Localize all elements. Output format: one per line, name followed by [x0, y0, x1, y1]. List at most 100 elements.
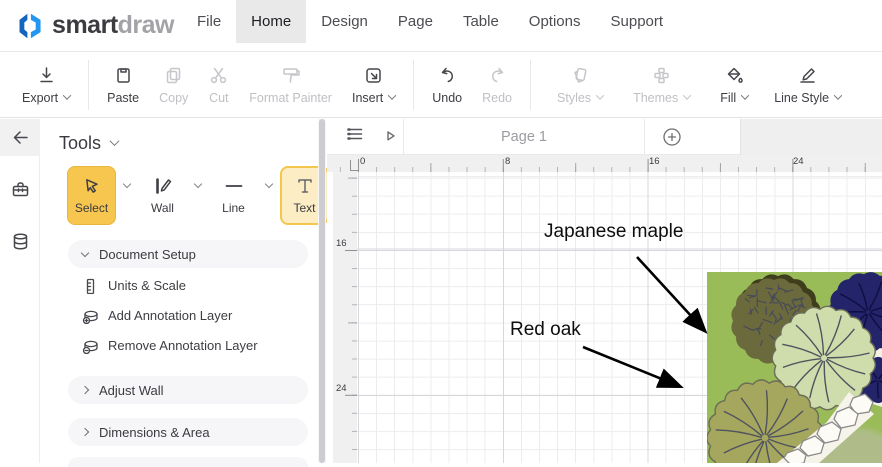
line-tool-dropdown[interactable] [265, 180, 273, 188]
ruler-icon [81, 277, 98, 294]
chevron-down-icon [683, 91, 691, 99]
toolbar-separator [530, 60, 531, 110]
wall-tool-dropdown[interactable] [194, 180, 202, 188]
section-adjust-wall[interactable]: Adjust Wall [68, 376, 308, 404]
clipboard-icon [113, 65, 134, 86]
plus-circle-icon [661, 126, 683, 148]
layers-plus-icon [81, 307, 98, 324]
label-red-oak[interactable]: Red oak [510, 319, 581, 341]
ruler-number: 8 [505, 156, 510, 167]
format-painter-button: Format Painter [239, 57, 342, 113]
toolbox-icon [10, 179, 31, 200]
chevron-down-icon [388, 91, 396, 99]
pencil-line-icon [797, 65, 818, 86]
ruler-number: 24 [336, 383, 347, 394]
chevron-right-icon [81, 428, 89, 436]
units-scale-item[interactable]: Units & Scale [81, 275, 186, 295]
select-tool-dropdown[interactable] [123, 180, 131, 188]
select-tool-button[interactable]: Select [67, 166, 116, 225]
line-icon [223, 175, 245, 197]
chevron-down-icon [741, 91, 749, 99]
garden-plan-drawing[interactable] [707, 272, 882, 463]
smartdraw-logo[interactable]: smartdraw [16, 11, 174, 41]
chevron-down-icon [63, 91, 71, 99]
ruler-origin-mark [350, 160, 358, 171]
tools-panel: Tools Select Wall Line Text [41, 119, 318, 463]
menu-design[interactable]: Design [306, 0, 383, 43]
fill-button[interactable]: Fill [710, 57, 758, 113]
cursor-icon [81, 175, 103, 197]
rail-symbols-button[interactable] [0, 222, 40, 260]
drawing-canvas[interactable]: Japanese maple Red oak [357, 172, 882, 463]
panel-scrollbar-track [318, 119, 326, 463]
menu-support[interactable]: Support [596, 0, 679, 43]
section-partial[interactable] [68, 457, 308, 467]
rail-toolbox-button[interactable] [0, 170, 40, 208]
collapse-panel-button[interactable] [0, 119, 40, 156]
paste-button[interactable]: Paste [97, 57, 149, 113]
ruler-number: 16 [336, 238, 347, 249]
wall-tool-button[interactable]: Wall [138, 166, 187, 225]
paint-roller-icon [280, 65, 301, 86]
play-triangle-icon [385, 130, 396, 141]
vertical-ruler: 16 24 [333, 172, 357, 463]
toolbar-separator [88, 60, 89, 110]
tools-panel-title: Tools [59, 133, 101, 154]
section-document-setup[interactable]: Document Setup [68, 240, 308, 268]
styles-icon [570, 65, 591, 86]
menu-options[interactable]: Options [514, 0, 596, 43]
copy-button: Copy [149, 57, 198, 113]
styles-button: Styles [547, 57, 613, 113]
ruler-number: 16 [649, 156, 660, 167]
menu-home[interactable]: Home [236, 0, 306, 43]
menu-file[interactable]: File [182, 0, 236, 43]
themes-icon [651, 65, 672, 86]
tools-panel-header[interactable]: Tools [59, 133, 318, 154]
cut-button: Cut [198, 57, 239, 113]
page-tab[interactable]: Page 1 [403, 119, 645, 155]
section-dimensions-area[interactable]: Dimensions & Area [68, 418, 308, 446]
undo-button[interactable]: Undo [422, 57, 472, 113]
line-tool-button[interactable]: Line [209, 166, 258, 225]
annotation-arrows[interactable] [583, 257, 704, 386]
menu-table[interactable]: Table [448, 0, 514, 43]
export-button[interactable]: Export [12, 57, 80, 113]
add-annotation-layer-item[interactable]: Add Annotation Layer [81, 305, 232, 325]
ruler-number: 24 [793, 156, 804, 167]
menu-page[interactable]: Page [383, 0, 448, 43]
database-icon [10, 231, 31, 252]
page-list-button[interactable] [345, 124, 365, 149]
expand-pages-button[interactable] [385, 128, 396, 146]
tab-strip-filler [740, 119, 882, 155]
ruler-number: 0 [360, 156, 365, 167]
line-style-button[interactable]: Line Style [764, 57, 851, 113]
layers-minus-icon [81, 337, 98, 354]
insert-button[interactable]: Insert [342, 57, 405, 113]
chevron-right-icon [81, 386, 89, 394]
back-arrow-icon [10, 127, 31, 148]
panel-scrollbar-thumb[interactable] [319, 119, 325, 463]
list-icon [345, 124, 365, 144]
main-menu: File Home Design Page Table Options Supp… [182, 0, 678, 52]
smartdraw-wordmark: smartdraw [52, 11, 174, 40]
maple-arrow[interactable] [637, 257, 704, 330]
fill-bucket-icon [724, 65, 745, 86]
copy-icon [163, 65, 184, 86]
wall-pencil-icon [152, 175, 174, 197]
chevron-down-icon [110, 136, 120, 146]
smartdraw-logo-icon [16, 11, 44, 41]
label-japanese-maple[interactable]: Japanese maple [544, 221, 683, 243]
remove-annotation-layer-item[interactable]: Remove Annotation Layer [81, 335, 258, 355]
redo-icon [487, 65, 508, 86]
add-page-button[interactable] [661, 126, 683, 148]
text-T-icon [294, 175, 316, 197]
ribbon-toolbar: Export Paste Copy Cut Format Painter Ins… [0, 53, 882, 118]
canvas-area: Page 1 0 8 16 24 16 24 [327, 119, 882, 463]
menu-bar: smartdraw File Home Design Page Table Op… [0, 0, 882, 52]
oak-arrow[interactable] [583, 347, 679, 386]
chevron-down-icon [834, 91, 842, 99]
scissors-icon [208, 65, 229, 86]
redo-button: Redo [472, 57, 522, 113]
undo-icon [437, 65, 458, 86]
download-icon [36, 65, 57, 86]
